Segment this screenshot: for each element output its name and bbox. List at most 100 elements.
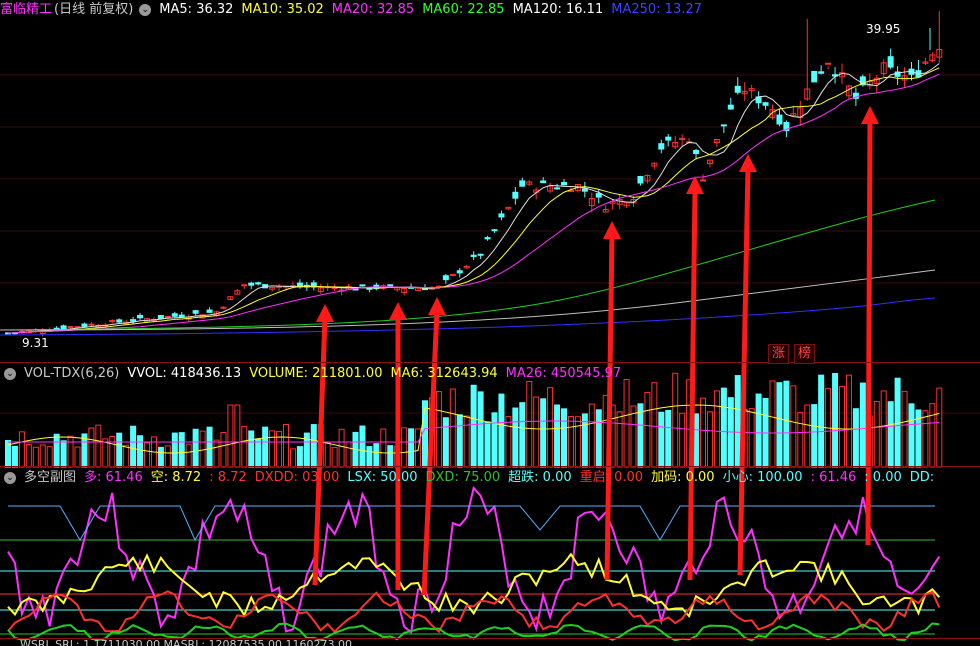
volume-indicator-0: VVOL: 418436.13 — [127, 366, 242, 381]
candle — [512, 191, 519, 199]
volume-bar — [227, 404, 234, 468]
signal-arrow — [737, 167, 751, 576]
chart-mode[interactable]: (日线 前复权) — [54, 0, 133, 20]
volume-bar — [713, 390, 720, 468]
volume-bar — [720, 387, 727, 468]
stock-name[interactable]: 富临精工 — [0, 0, 52, 20]
price-chart[interactable] — [0, 0, 980, 646]
ma60-line — [0, 199, 936, 331]
sub-indicator-2: : 8.72 — [209, 470, 247, 485]
volume-bar — [192, 428, 199, 468]
volume-bar — [526, 380, 533, 468]
candle — [130, 319, 137, 322]
volume-bar — [262, 426, 269, 468]
bull-line — [7, 485, 941, 635]
volume-bar — [936, 387, 943, 468]
volume-settings-icon[interactable]: ⌄ — [4, 368, 16, 380]
candle — [88, 323, 95, 326]
volume-bar — [616, 411, 623, 468]
volume-bar — [734, 375, 741, 468]
volume-bar — [157, 446, 164, 468]
volume-bar — [561, 408, 567, 468]
volume-bar — [185, 443, 192, 468]
volume-bar — [456, 414, 463, 468]
candle — [241, 284, 248, 287]
bottom-indicator-header: WSRL SRL: 1 1711030.00 MASRL: 12087535.0… — [20, 638, 352, 646]
candle — [359, 284, 366, 287]
lsx-line — [8, 505, 935, 542]
ma5-line — [7, 63, 940, 334]
volume-bar — [95, 424, 102, 468]
volume-bar — [345, 441, 352, 468]
volume-bar — [630, 405, 637, 468]
volume-bar — [303, 432, 310, 468]
volume-bar — [144, 442, 150, 468]
candle — [727, 104, 734, 110]
signal-arrow — [687, 189, 698, 581]
candle — [491, 229, 498, 232]
arrow-head-icon — [861, 106, 879, 124]
settings-toggle-icon[interactable]: ⌄ — [139, 4, 152, 16]
candle — [818, 71, 825, 74]
volume-bar — [484, 421, 491, 468]
candle — [734, 85, 741, 93]
subchart-indicator-name[interactable]: 多空副图 — [24, 468, 76, 488]
volume-bar — [366, 446, 373, 468]
candle — [484, 237, 491, 240]
volume-bar — [852, 408, 859, 468]
volume-bar — [658, 411, 665, 468]
volume-bar — [547, 387, 554, 468]
volume-bar — [540, 398, 547, 468]
volume-indicator-name[interactable]: VOL-TDX(6,26) — [24, 364, 119, 384]
volume-bar — [32, 446, 39, 468]
volume-bar — [60, 440, 67, 468]
volume-bar — [873, 401, 880, 468]
sub-indicator-7: 重启: 0.00 — [579, 470, 644, 485]
limit-up-badge[interactable]: 涨 — [768, 344, 790, 364]
volume-bar — [533, 396, 540, 468]
candle — [206, 309, 213, 313]
volume-bar — [880, 390, 887, 468]
candle — [665, 136, 672, 141]
volume-bar — [164, 445, 171, 468]
volume-bar — [588, 403, 595, 468]
volume-bar — [887, 401, 894, 468]
volume-bar — [818, 374, 825, 468]
volume-bar — [331, 447, 338, 468]
main-indicator-4: MA120: 16.11 — [512, 2, 604, 17]
volume-bar — [137, 435, 144, 468]
volume-bar — [811, 404, 818, 468]
ranking-badge[interactable]: 榜 — [794, 344, 816, 364]
candle — [248, 282, 255, 286]
volume-bar — [380, 428, 387, 468]
arrow-head-icon — [603, 221, 621, 239]
volume-bar — [776, 382, 783, 468]
arrow-head-icon — [389, 302, 407, 320]
volume-indicator-2: MA6: 312643.94 — [390, 366, 498, 381]
candle — [762, 102, 769, 106]
volume-bar — [387, 445, 394, 468]
volume-indicator-1: VOLUME: 211801.00 — [249, 366, 383, 381]
volume-bar — [74, 446, 81, 468]
volume-bar — [595, 409, 602, 468]
volume-bar — [665, 409, 672, 468]
candle — [658, 143, 665, 150]
volume-bar — [206, 426, 213, 468]
volume-bar — [832, 372, 839, 468]
volume-bar — [88, 427, 95, 468]
candle — [720, 124, 727, 127]
subchart-header: ⌄ 多空副图 多: 61.46 空: 8.72: 8.72 DXDD: 03.00 L… — [0, 468, 950, 488]
candle — [442, 275, 449, 281]
candle — [581, 188, 588, 192]
candle — [60, 325, 67, 330]
volume-bar — [790, 385, 797, 468]
candle — [498, 213, 505, 218]
volume-bar — [178, 432, 185, 468]
panel-divider — [0, 362, 980, 363]
volume-bar — [679, 412, 686, 468]
subchart-settings-icon[interactable]: ⌄ — [4, 472, 16, 484]
volume-bar — [491, 412, 498, 468]
candle — [477, 253, 484, 256]
volume-bar — [748, 408, 755, 468]
sub-indicator-12: DD: — [909, 470, 935, 485]
